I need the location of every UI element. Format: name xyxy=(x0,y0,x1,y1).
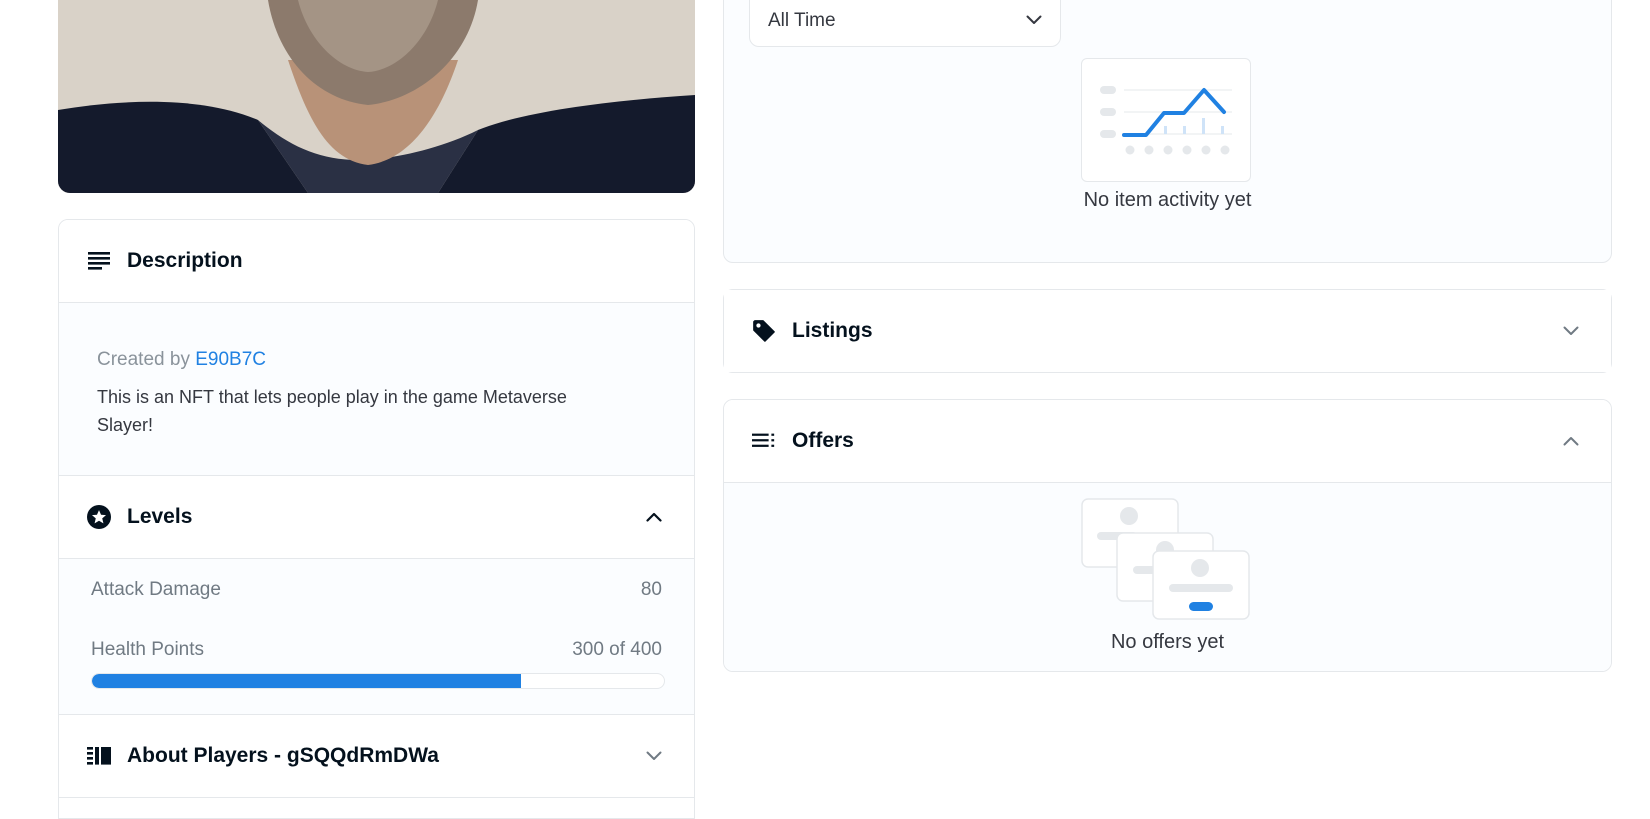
activity-chart-illustration-icon xyxy=(1081,58,1251,182)
created-by-line: Created by E90B7C xyxy=(97,349,656,371)
chevron-down-icon[interactable] xyxy=(1559,319,1583,343)
level-value: 80 xyxy=(640,579,662,600)
nft-image[interactable] xyxy=(58,0,695,193)
description-title: Description xyxy=(127,249,243,272)
chevron-up-icon[interactable] xyxy=(1559,429,1583,453)
description-lines-icon xyxy=(87,249,111,273)
activity-empty-text: No item activity yet xyxy=(1083,189,1252,211)
health-progress-bar xyxy=(91,673,665,689)
listings-title: Listings xyxy=(792,319,873,342)
created-by-label: Created by xyxy=(97,349,190,370)
about-header[interactable]: About Players - gSQQdRmDWa xyxy=(59,715,694,797)
chevron-up-icon[interactable] xyxy=(642,505,666,529)
level-label: Health Points xyxy=(91,639,205,660)
listings-panel[interactable]: Listings xyxy=(723,289,1612,373)
levels-title: Levels xyxy=(127,505,193,528)
star-icon xyxy=(87,505,111,529)
level-item: Attack Damage 80 xyxy=(91,579,662,601)
portrait-image xyxy=(58,0,695,193)
activity-time-filter[interactable]: All Time xyxy=(749,0,1061,47)
level-label: Attack Damage xyxy=(91,579,221,600)
activity-filter-value: All Time xyxy=(768,10,836,31)
description-panel: Description Created by E90B7C This is an… xyxy=(58,219,695,819)
listings-header[interactable]: Listings xyxy=(724,290,1611,372)
chevron-down-icon[interactable] xyxy=(642,744,666,768)
levels-header[interactable]: Levels xyxy=(59,476,694,558)
offers-panel: Offers No offers yet xyxy=(723,399,1612,672)
description-body: Created by E90B7C This is an NFT that le… xyxy=(59,303,694,475)
description-text: This is an NFT that lets people play in … xyxy=(97,387,567,435)
creator-link[interactable]: E90B7C xyxy=(195,349,266,370)
level-item: Health Points 300 of 400 xyxy=(91,639,665,689)
about-title: About Players - gSQQdRmDWa xyxy=(127,744,439,767)
item-activity-panel: All Time No item activity yet xyxy=(723,0,1612,263)
offers-cards-illustration-icon xyxy=(1081,498,1251,622)
offers-title: Offers xyxy=(792,429,854,452)
chevron-down-icon xyxy=(1026,12,1042,30)
description-header: Description xyxy=(59,220,694,302)
about-collection-icon xyxy=(87,744,111,768)
levels-body: Attack Damage 80 Health Points 300 of 40… xyxy=(59,559,694,714)
offers-empty-text: No offers yet xyxy=(1110,631,1225,653)
offers-body: No offers yet xyxy=(724,483,1611,671)
offers-list-icon xyxy=(752,429,776,453)
health-progress-fill xyxy=(92,674,521,688)
tag-icon xyxy=(752,319,776,343)
level-value: 300 of 400 xyxy=(572,639,662,660)
offers-header[interactable]: Offers xyxy=(724,400,1611,482)
